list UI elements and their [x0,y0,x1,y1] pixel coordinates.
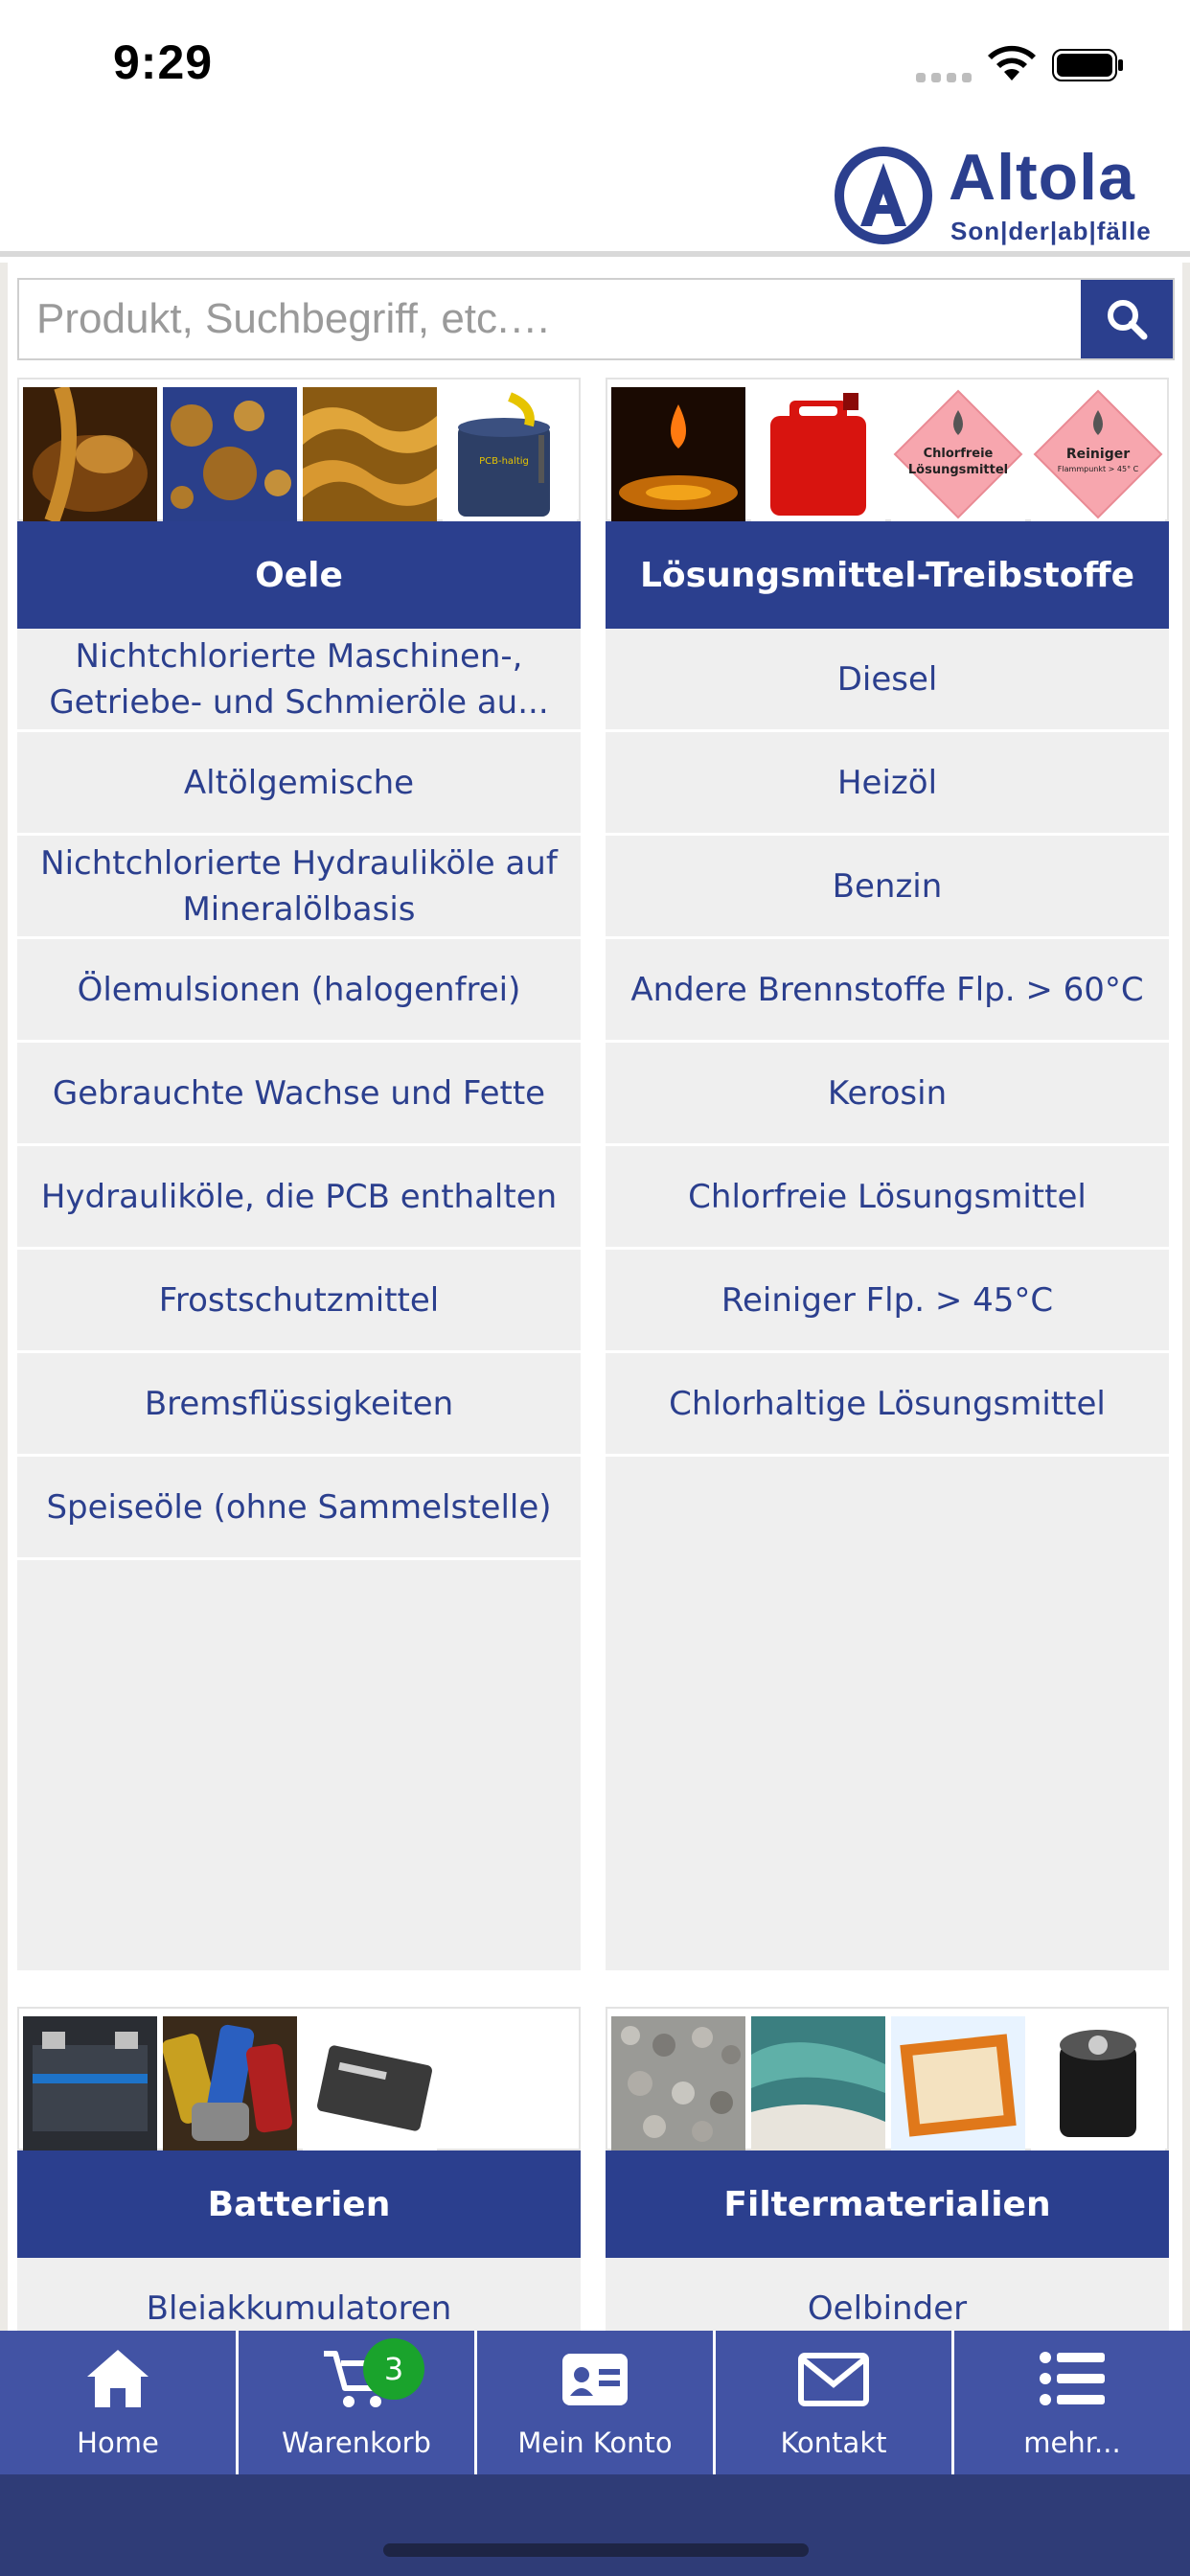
list-item[interactable]: Kerosin [606,1043,1169,1146]
list-icon [1040,2352,1105,2405]
category-title-batterien[interactable]: Batterien [17,2150,581,2258]
fuel-drop-image [611,387,745,521]
search-bar [17,278,1175,360]
svg-text:Reiniger: Reiniger [1066,447,1130,462]
category-list-filtermaterialien: Oelbinder [606,2258,1169,2333]
category-grid: PCB-haltig Oele Nichtchlorierte Maschine… [8,263,1182,2333]
list-item[interactable]: Bremsflüssigkeiten [17,1353,581,1457]
list-item[interactable]: Chlorfreie Lösungsmittel [606,1146,1169,1250]
category-title-oele[interactable]: Oele [17,521,581,629]
tab-mein-konto[interactable]: Mein Konto [477,2331,716,2474]
phone-battery-image [303,2016,437,2150]
list-item[interactable]: Nichtchlorierte Hydrauliköle auf Mineral… [17,836,581,939]
bottom-tab-bar: Home 3 Warenkorb Mein Konto Kontakt mehr… [0,2331,1190,2474]
tab-label: Mein Konto [517,2426,673,2459]
list-item[interactable]: Chlorhaltige Lösungsmittel [606,1353,1169,1457]
oil-pour-image [23,387,157,521]
app-header: Altola Son|der|ab|fälle [0,126,1190,257]
binder-granules-image [611,2016,745,2150]
list-item[interactable]: Diesel [606,629,1169,732]
mixed-batteries-image [163,2016,297,2150]
category-title-filtermaterialien[interactable]: Filtermaterialien [606,2150,1169,2258]
tab-warenkorb[interactable]: 3 Warenkorb [239,2331,477,2474]
oil-bubbles-image [163,387,297,521]
tab-mehr[interactable]: mehr... [954,2331,1190,2474]
cloth-rags-image [751,2016,885,2150]
list-item[interactable]: Bleiakkumulatoren [17,2258,581,2333]
status-bar: 9:29 [0,0,1190,126]
home-indicator[interactable] [383,2543,809,2557]
tab-label: Home [77,2426,159,2459]
category-image-strip[interactable]: PCB-haltig [17,378,581,521]
list-item[interactable]: Altölgemische [17,732,581,836]
home-indicator-area [0,2474,1190,2576]
list-item[interactable]: Oelbinder [606,2258,1169,2333]
category-list-batterien: Bleiakkumulatoren [17,2258,581,2333]
svg-text:Flammpunkt > 45° C: Flammpunkt > 45° C [1058,465,1139,473]
category-image-strip[interactable] [17,2007,581,2150]
wifi-icon [988,45,1036,80]
logo-wordmark: Altola [949,141,1135,214]
pcb-barrel-image: PCB-haltig [443,387,577,521]
home-icon [87,2350,149,2407]
list-item[interactable]: Gebrauchte Wachse und Fette [17,1043,581,1146]
category-image-strip[interactable]: Chlorfreie Lösungsmittel Reiniger Flammp… [606,378,1169,521]
category-image-strip[interactable] [606,2007,1169,2150]
svg-text:Chlorfreie: Chlorfreie [924,447,994,461]
svg-text:Lösungsmittel: Lösungsmittel [908,463,1008,477]
list-item[interactable]: Frostschutzmittel [17,1250,581,1353]
list-item[interactable]: Nichtchlorierte Maschinen-, Getriebe- un… [17,629,581,732]
list-item[interactable]: Ölemulsionen (halogenfrei) [17,939,581,1043]
air-filter-image [891,2016,1025,2150]
altola-logo-mark-icon [835,147,932,244]
category-title-loesungsmittel[interactable]: Lösungsmittel-Treibstoffe [606,521,1169,629]
tab-label: Kontakt [780,2426,887,2459]
cellular-signal-icon [916,73,972,82]
tab-kontakt[interactable]: Kontakt [716,2331,954,2474]
list-item[interactable]: Benzin [606,836,1169,939]
car-battery-image [23,2016,157,2150]
list-item[interactable]: Reiniger Flp. > 45°C [606,1250,1169,1353]
category-list-loesungsmittel: Diesel Heizöl Benzin Andere Brennstoffe … [606,629,1169,1970]
account-card-icon [562,2354,628,2405]
altola-logo[interactable]: Altola Son|der|ab|fälle [834,136,1175,249]
hazard-chlorfreie-image: Chlorfreie Lösungsmittel [891,387,1025,521]
cart-count-badge: 3 [363,2338,424,2400]
category-list-oele: Nichtchlorierte Maschinen-, Getriebe- un… [17,629,581,1970]
oil-filter-image [1031,2016,1165,2150]
search-button[interactable] [1081,280,1173,358]
red-canister-image [751,387,885,521]
tab-home[interactable]: Home [0,2331,239,2474]
list-item[interactable]: Heizöl [606,732,1169,836]
battery-icon [1052,49,1123,81]
search-input[interactable] [19,280,1083,358]
list-item[interactable]: Andere Brennstoffe Flp. > 60°C [606,939,1169,1043]
tab-label: Warenkorb [282,2426,431,2459]
list-item[interactable]: Hydrauliköle, die PCB enthalten [17,1146,581,1250]
grease-image [303,387,437,521]
list-item[interactable]: Speiseöle (ohne Sammelstelle) [17,1457,581,1560]
tab-label: mehr... [1023,2426,1121,2459]
hazard-reiniger-image: Reiniger Flammpunkt > 45° C [1031,387,1165,521]
content-area: PCB-haltig Oele Nichtchlorierte Maschine… [0,263,1190,2333]
pcb-caption: PCB-haltig [479,456,529,467]
mail-icon [798,2353,869,2406]
status-time: 9:29 [113,35,214,89]
logo-subtitle: Son|der|ab|fälle [950,217,1152,245]
search-icon [1108,300,1148,340]
